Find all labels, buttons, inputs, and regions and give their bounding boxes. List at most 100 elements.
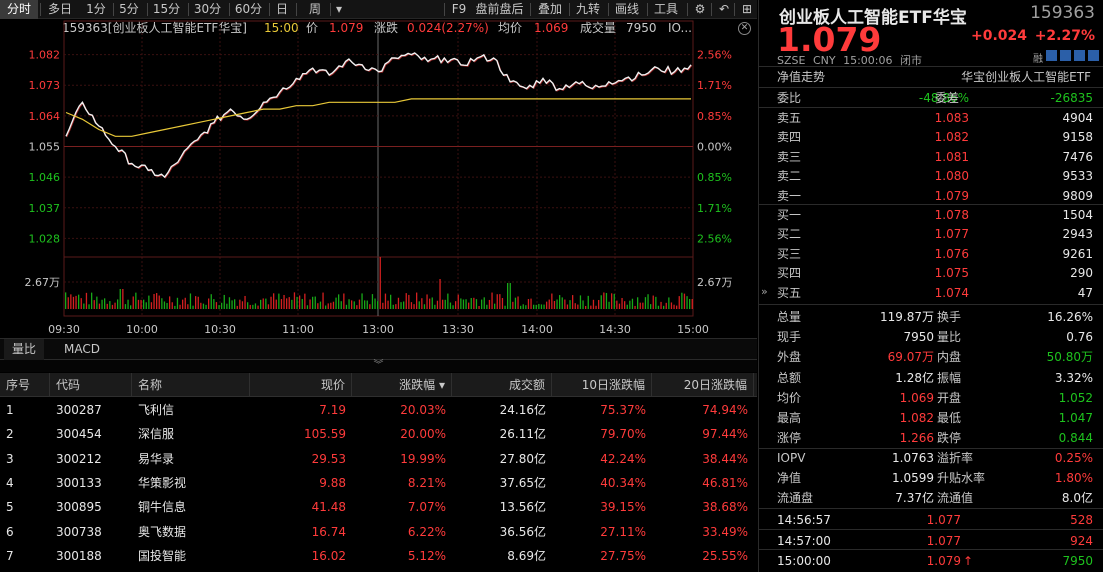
- book-level-price[interactable]: 1.077: [869, 224, 969, 244]
- tab-week[interactable]: 周: [298, 0, 332, 19]
- table-row[interactable]: 7 300188 国投智能 16.02 5.12% 8.69亿 27.75% 25.55%: [0, 544, 757, 569]
- overlay-button[interactable]: 叠加: [534, 0, 566, 19]
- book-level-price[interactable]: 1.074: [869, 283, 969, 303]
- double-chevron-down-icon[interactable]: ︾: [0, 360, 757, 372]
- nav-trend-link[interactable]: 净值走势: [777, 68, 825, 85]
- volume-bar: [644, 297, 647, 309]
- price-tick-label: 1.046: [29, 171, 61, 184]
- stat-value: 1.0763: [892, 451, 934, 465]
- col-20d-change-header[interactable]: 20日涨跌幅: [652, 373, 754, 397]
- constituents-table: 序号 代码 名称 现价 涨跌幅 ▾ 成交额 10日涨跌幅 20日涨跌幅 1 300287 飞利信 7…: [0, 373, 757, 572]
- table-row[interactable]: 5 300895 铜牛信息 41.48 7.07% 13.56亿 39.15% 38.68%: [0, 495, 757, 520]
- book-level-price[interactable]: 1.083: [869, 108, 969, 128]
- col-change-pct-header[interactable]: 涨跌幅 ▾: [352, 373, 452, 397]
- volume-bar: [195, 296, 197, 309]
- toolbar-separator: [229, 3, 230, 16]
- volume-bar: [579, 295, 582, 309]
- volume-bar: [553, 300, 556, 309]
- volume-bar: [166, 302, 168, 309]
- intraday-chart[interactable]: 1.082 2.56% 1.073 1.71% 1.064 0.85% 1.055 0.00%…: [0, 19, 757, 338]
- book-level-price[interactable]: 1.080: [869, 166, 969, 186]
- book-level-price[interactable]: 1.079: [869, 186, 969, 206]
- grid-icon[interactable]: [1074, 50, 1085, 61]
- volume-bar: [462, 299, 465, 309]
- book-level-price[interactable]: 1.081: [869, 147, 969, 167]
- pre-post-button[interactable]: 盘前盘后: [472, 0, 527, 19]
- tab-day[interactable]: 日: [271, 0, 293, 19]
- volume-bar: [403, 301, 405, 309]
- tab-macd[interactable]: MACD: [56, 339, 108, 360]
- volume-bar: [205, 304, 207, 309]
- stat-label: 外盘: [777, 350, 802, 365]
- volume-bar: [228, 297, 231, 309]
- book-level-price[interactable]: 1.076: [869, 244, 969, 264]
- f9-button[interactable]: F9: [447, 0, 471, 19]
- price-tick-label: 1.064: [29, 110, 61, 123]
- stat-value: 0.25%: [1054, 451, 1093, 465]
- volume-bar: [213, 299, 215, 309]
- wifi-icon[interactable]: [1088, 50, 1099, 61]
- stat-label: 升贴水率: [937, 471, 986, 485]
- table-row[interactable]: 2 300454 深信服 105.59 20.00% 26.11亿 79.70% 97.44%: [0, 422, 757, 447]
- tab-30min[interactable]: 30分: [190, 0, 225, 19]
- tab-60min[interactable]: 60分: [231, 0, 266, 19]
- col-index-header[interactable]: 序号: [0, 373, 50, 397]
- volume-bar: [413, 304, 415, 309]
- table-row[interactable]: 6 300738 奥飞数据 16.74 6.22% 36.56亿 27.11% 33.49%: [0, 520, 757, 545]
- volume-bar: [122, 289, 124, 309]
- table-row[interactable]: 1 300287 飞利信 7.19 20.03% 24.16亿 75.37% 74.94%: [0, 398, 757, 423]
- col-turnover-cell: 37.65亿: [499, 475, 546, 490]
- stat-value: 3.32%: [1054, 370, 1093, 385]
- col-20d-change-cell: 25.55%: [702, 548, 748, 563]
- book-level-volume: 9809: [1062, 188, 1093, 203]
- volume-bar: [332, 301, 335, 309]
- col-name-header[interactable]: 名称: [132, 373, 250, 397]
- book-level-label: 卖四: [777, 130, 802, 145]
- col-price-header[interactable]: 现价: [250, 373, 352, 397]
- volume-bar: [603, 292, 605, 309]
- col-turnover-header[interactable]: 成交额: [452, 373, 552, 397]
- draw-line-button[interactable]: 画线: [611, 0, 643, 19]
- tab-15min[interactable]: 15分: [149, 0, 184, 19]
- col-10d-change-header[interactable]: 10日涨跌幅: [552, 373, 652, 397]
- tab-1min[interactable]: 1分: [83, 0, 109, 19]
- up-arrow-icon: ↑: [963, 554, 974, 568]
- tick-price: 1.077: [926, 533, 961, 548]
- layout-icon[interactable]: ⊞: [737, 0, 757, 19]
- book-level-label: 买四: [777, 266, 802, 281]
- book-level-price[interactable]: 1.082: [869, 127, 969, 147]
- undo-icon[interactable]: ↶: [714, 0, 734, 19]
- pen-icon[interactable]: [1060, 50, 1071, 61]
- table-row[interactable]: 3 300212 易华录 29.53 19.99% 27.80亿 42.24% 38.44%: [0, 447, 757, 472]
- volume-bar: [215, 302, 218, 309]
- chevron-down-icon[interactable]: ▾: [333, 0, 345, 19]
- col-price-cell: 16.02: [311, 548, 346, 563]
- nine-turn-button[interactable]: 九转: [572, 0, 604, 19]
- book-level-price[interactable]: 1.078: [869, 205, 969, 225]
- book-level-price[interactable]: 1.075: [869, 263, 969, 283]
- col-change-pct-cell: 5.12%: [407, 548, 446, 563]
- tab-volume-ratio[interactable]: 量比: [4, 339, 45, 360]
- margin-icon[interactable]: 融: [1033, 50, 1043, 65]
- tools-button[interactable]: 工具: [650, 0, 682, 19]
- volume-bar: [358, 299, 361, 309]
- volume-bar: [296, 296, 298, 309]
- tab-multi-day[interactable]: 多日: [41, 0, 79, 19]
- stat-value: 7.37亿: [895, 491, 934, 505]
- volume-bar: [93, 300, 95, 309]
- table-row[interactable]: 4 300133 华策影视 9.88 8.21% 37.65亿 40.34% 46.81%: [0, 471, 757, 496]
- col-code-header[interactable]: 代码: [50, 373, 132, 397]
- side-expand-icon[interactable]: »: [761, 285, 768, 298]
- book-level-label: 买二: [777, 227, 802, 242]
- volume-bar: [637, 297, 639, 309]
- time-tick-label: 13:00: [362, 323, 394, 336]
- edit-icon[interactable]: [1046, 50, 1057, 61]
- tab-5min[interactable]: 5分: [115, 0, 143, 19]
- gear-icon[interactable]: ⚙: [690, 0, 710, 19]
- stat-label: 总额: [777, 370, 802, 385]
- tab-intraday[interactable]: 分时: [0, 0, 38, 19]
- stat-label: 现手: [777, 330, 802, 345]
- pct-tick-label: 2.56%: [697, 49, 732, 62]
- stat-value: 16.26%: [1047, 310, 1093, 324]
- volume-bar: [299, 295, 301, 309]
